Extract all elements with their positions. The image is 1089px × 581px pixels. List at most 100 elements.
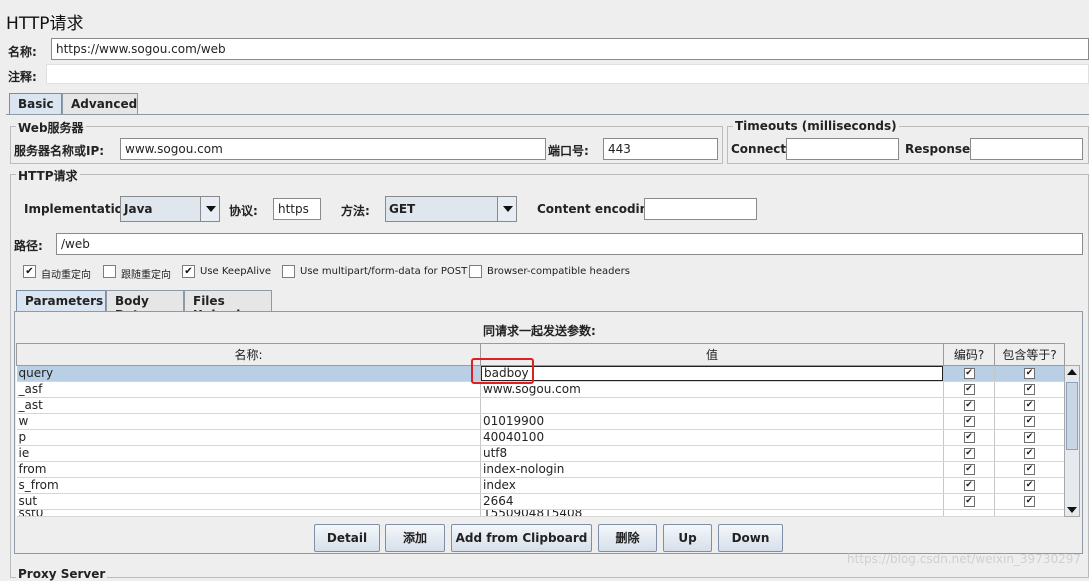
encode-checkbox[interactable]: ✔ <box>963 368 975 379</box>
option-checkbox[interactable] <box>103 265 116 278</box>
param-name[interactable]: sst0 <box>16 509 481 517</box>
server-host-field[interactable]: www.sogou.com <box>120 138 546 160</box>
tab-body-data[interactable]: Body Data <box>106 290 184 322</box>
option-checkbox[interactable] <box>282 265 295 278</box>
path-field[interactable]: /web <box>56 233 1083 255</box>
include-equals-cell[interactable]: ✔ <box>994 365 1065 382</box>
delete-button[interactable]: 删除 <box>598 524 657 552</box>
param-value[interactable]: 1550904815408 <box>480 509 944 517</box>
param-name[interactable]: p <box>16 429 481 446</box>
option-checkbox[interactable]: ✔ <box>182 265 195 278</box>
table-row[interactable]: sut 2664 ✔ ✔ <box>16 493 1065 510</box>
encode-cell[interactable]: ✔ <box>943 413 995 430</box>
include-equals-cell[interactable]: ✔ <box>994 413 1065 430</box>
comment-field[interactable] <box>46 64 1089 84</box>
encode-checkbox[interactable]: ✔ <box>963 400 975 411</box>
encode-cell[interactable]: ✔ <box>943 477 995 494</box>
param-value[interactable]: 40040100 <box>480 429 944 446</box>
table-row[interactable]: from index-nologin ✔ ✔ <box>16 461 1065 478</box>
encode-cell[interactable]: ✔ <box>943 461 995 478</box>
include-equals-checkbox[interactable]: ✔ <box>1024 416 1035 427</box>
table-row[interactable]: _ast ✔ ✔ <box>16 397 1065 414</box>
response-field[interactable] <box>970 138 1083 160</box>
encode-cell[interactable] <box>943 509 995 517</box>
table-scrollbar[interactable] <box>1064 365 1080 517</box>
name-field[interactable]: https://www.sogou.com/web <box>51 38 1089 60</box>
param-name[interactable]: ie <box>16 445 481 462</box>
include-equals-cell[interactable]: ✔ <box>994 397 1065 414</box>
include-equals-checkbox[interactable]: ✔ <box>1024 480 1035 491</box>
param-name[interactable]: _asf <box>16 381 481 398</box>
param-name[interactable]: query <box>16 365 481 382</box>
chevron-down-icon[interactable] <box>200 197 219 221</box>
scroll-thumb[interactable] <box>1066 382 1078 450</box>
encode-cell[interactable]: ✔ <box>943 429 995 446</box>
include-equals-cell[interactable] <box>994 509 1065 517</box>
encode-checkbox[interactable]: ✔ <box>963 448 975 459</box>
table-row[interactable]: sst0 1550904815408 <box>16 509 1065 517</box>
down-button[interactable]: Down <box>718 524 783 552</box>
connect-field[interactable] <box>786 138 899 160</box>
table-row[interactable]: _asf www.sogou.com ✔ ✔ <box>16 381 1065 398</box>
scroll-down-icon[interactable] <box>1067 507 1077 513</box>
tab-basic[interactable]: Basic <box>9 93 62 114</box>
include-equals-cell[interactable]: ✔ <box>994 477 1065 494</box>
param-name[interactable]: _ast <box>16 397 481 414</box>
param-value[interactable]: index-nologin <box>480 461 944 478</box>
include-equals-cell[interactable]: ✔ <box>994 381 1065 398</box>
include-equals-checkbox[interactable]: ✔ <box>1024 496 1035 507</box>
option-checkbox[interactable]: ✔ <box>23 265 36 278</box>
param-value-cell[interactable]: badboy <box>480 365 944 382</box>
scroll-up-icon[interactable] <box>1067 369 1077 375</box>
include-equals-cell[interactable]: ✔ <box>994 493 1065 510</box>
param-name[interactable]: s_from <box>16 477 481 494</box>
method-select[interactable]: GET <box>385 196 517 222</box>
param-value[interactable]: www.sogou.com <box>480 381 944 398</box>
up-button[interactable]: Up <box>663 524 712 552</box>
table-row[interactable]: ie utf8 ✔ ✔ <box>16 445 1065 462</box>
include-equals-checkbox[interactable]: ✔ <box>1024 448 1035 459</box>
chevron-down-icon[interactable] <box>497 197 516 221</box>
include-equals-checkbox[interactable]: ✔ <box>1024 368 1035 379</box>
encode-checkbox[interactable]: ✔ <box>963 432 975 443</box>
add-from-clipboard-button[interactable]: Add from Clipboard <box>451 524 592 552</box>
encode-cell[interactable]: ✔ <box>943 493 995 510</box>
encode-cell[interactable]: ✔ <box>943 381 995 398</box>
param-value[interactable]: index <box>480 477 944 494</box>
encode-checkbox[interactable]: ✔ <box>963 464 975 475</box>
table-row[interactable]: w 01019900 ✔ ✔ <box>16 413 1065 430</box>
tab-advanced[interactable]: Advanced <box>62 93 138 114</box>
encode-cell[interactable]: ✔ <box>943 365 995 382</box>
include-equals-checkbox[interactable]: ✔ <box>1024 384 1035 395</box>
param-value[interactable]: 01019900 <box>480 413 944 430</box>
column-header-value[interactable]: 值 <box>480 343 944 366</box>
column-header-name[interactable]: 名称: <box>16 343 481 366</box>
include-equals-checkbox[interactable]: ✔ <box>1024 400 1035 411</box>
protocol-field[interactable]: https <box>273 198 321 220</box>
table-row[interactable]: s_from index ✔ ✔ <box>16 477 1065 494</box>
include-equals-checkbox[interactable]: ✔ <box>1024 464 1035 475</box>
implementation-select[interactable]: Java <box>120 196 220 222</box>
param-name[interactable]: from <box>16 461 481 478</box>
column-header-include-equals[interactable]: 包含等于? <box>994 343 1065 366</box>
include-equals-cell[interactable]: ✔ <box>994 445 1065 462</box>
port-field[interactable]: 443 <box>603 138 718 160</box>
param-name[interactable]: w <box>16 413 481 430</box>
tab-files-upload[interactable]: Files Upload <box>184 290 272 322</box>
param-name[interactable]: sut <box>16 493 481 510</box>
table-row[interactable]: p 40040100 ✔ ✔ <box>16 429 1065 446</box>
param-value-editor[interactable]: badboy <box>481 366 943 381</box>
encode-cell[interactable]: ✔ <box>943 397 995 414</box>
encode-checkbox[interactable]: ✔ <box>963 496 975 507</box>
param-value[interactable]: utf8 <box>480 445 944 462</box>
include-equals-checkbox[interactable]: ✔ <box>1024 432 1035 443</box>
column-header-encode[interactable]: 编码? <box>943 343 995 366</box>
content-encoding-field[interactable] <box>644 198 757 220</box>
include-equals-cell[interactable]: ✔ <box>994 429 1065 446</box>
tab-parameters[interactable]: Parameters <box>16 290 106 311</box>
encode-checkbox[interactable]: ✔ <box>963 480 975 491</box>
table-row[interactable]: query badboy ✔ ✔ <box>16 365 1065 382</box>
option-checkbox[interactable] <box>469 265 482 278</box>
encode-checkbox[interactable]: ✔ <box>963 384 975 395</box>
add-button[interactable]: 添加 <box>385 524 445 552</box>
